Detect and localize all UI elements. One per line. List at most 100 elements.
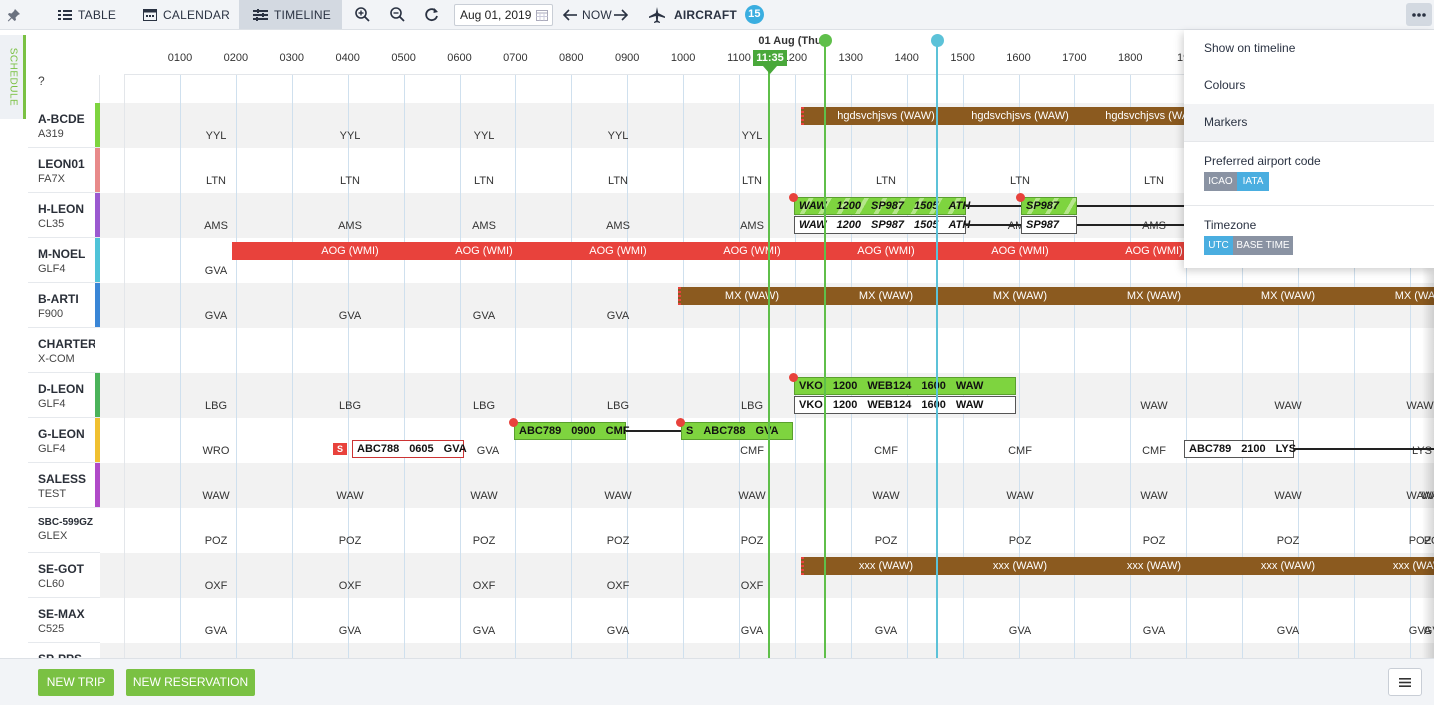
airport-code: GVA: [606, 625, 630, 637]
activity-label: MX (WAW): [858, 290, 914, 302]
options-dropdown: Show on timeline Colours Markers Preferr…: [1184, 30, 1434, 268]
flight-field: S: [686, 425, 694, 437]
grid-row: [100, 463, 1434, 508]
flight-block[interactable]: SP987: [1021, 216, 1077, 234]
refresh-icon: [425, 8, 438, 22]
airport-code: OXF: [204, 580, 228, 592]
marker-line-green[interactable]: [824, 40, 826, 658]
flight-block[interactable]: ABC789 0900 CMF: [514, 422, 630, 440]
aircraft-type: GLEX: [38, 530, 68, 542]
menu-item-colours[interactable]: Colours: [1184, 67, 1434, 104]
flight-block[interactable]: ABC789 2100 LYS: [1184, 440, 1297, 458]
airport-code: POZ: [204, 535, 228, 547]
marker-handle-green[interactable]: [819, 34, 832, 47]
flight-block[interactable]: WAW 1200 SP987 1505 ATH: [794, 197, 970, 215]
menu-item-markers[interactable]: Markers: [1184, 104, 1434, 141]
grid-row: [100, 598, 1434, 643]
flight-block[interactable]: ABC788 0605 GVA: [352, 440, 467, 458]
date-value: Aug 01, 2019: [460, 8, 532, 22]
zoom-in-button[interactable]: [355, 0, 370, 29]
activity-label: xxx (WAW): [1260, 560, 1316, 572]
new-trip-button[interactable]: NEW TRIP: [38, 669, 114, 696]
grid-row: [100, 328, 1434, 373]
activity-label: xxx (WAW): [992, 560, 1048, 572]
aircraft-row[interactable]: D-LEON GLF4: [28, 373, 100, 418]
flight-block[interactable]: WAW 1200 SP987 1505 ATH: [794, 216, 970, 234]
flight-block[interactable]: SABC788GVA: [681, 422, 793, 440]
aircraft-row[interactable]: H-LEON CL35: [28, 193, 100, 238]
aircraft-registration: SE-GOT: [38, 562, 85, 576]
airport-code: CMF: [1008, 445, 1032, 457]
marker-handle-blue[interactable]: [931, 34, 944, 47]
airport-code: LBG: [338, 400, 362, 412]
bar-start-marker: [678, 287, 681, 305]
aircraft-row[interactable]: SE-GOT CL60: [28, 553, 100, 598]
date-input[interactable]: Aug 01, 2019: [454, 4, 553, 26]
bottom-menu-button[interactable]: [1388, 668, 1422, 696]
menu-item-show-on-timeline[interactable]: Show on timeline: [1184, 30, 1434, 67]
activity-label: AOG (WMI): [991, 245, 1049, 257]
aircraft-row[interactable]: LEON01 FA7X: [28, 148, 100, 193]
flight-block[interactable]: VKO 1200 WEB124 1600 WAW: [794, 396, 1016, 414]
flight-block[interactable]: SP987: [1021, 197, 1077, 215]
aircraft-registration: CHARTER: [38, 337, 97, 351]
now-button[interactable]: NOW: [582, 0, 612, 29]
timeline-view-label: TIMELINE: [274, 7, 331, 22]
next-period-button[interactable]: [614, 0, 628, 29]
timeline-view-button[interactable]: TIMELINE: [239, 0, 342, 29]
aircraft-row[interactable]: SBC-599GZ GLEX: [28, 508, 100, 553]
aircraft-filter-button[interactable]: AIRCRAFT 15: [648, 0, 764, 29]
iata-toggle[interactable]: IATA: [1237, 172, 1269, 191]
airport-code: LBG: [472, 400, 496, 412]
flight-field: ABC788: [357, 443, 400, 455]
aircraft-row[interactable]: SALESS TEST: [28, 463, 100, 508]
zoom-out-button[interactable]: [390, 0, 405, 29]
aircraft-row[interactable]: SE-MAX C525: [28, 598, 100, 643]
aircraft-row[interactable]: M-NOEL GLF4: [28, 238, 100, 283]
more-horizontal-icon: [1412, 12, 1426, 17]
hour-label: 1700: [1062, 52, 1087, 64]
aircraft-row[interactable]: CHARTER X-COM: [28, 328, 100, 373]
new-reservation-button[interactable]: NEW RESERVATION: [126, 669, 255, 696]
calendar-view-button[interactable]: CALENDAR: [143, 0, 230, 29]
table-view-button[interactable]: TABLE: [58, 0, 116, 29]
airport-code: WRO: [202, 445, 230, 457]
day-label: 01 Aug (Thu: [758, 35, 822, 47]
aircraft-row[interactable]: B-ARTI F900: [28, 283, 100, 328]
schedule-tab[interactable]: SCHEDULE: [0, 35, 26, 119]
icao-toggle[interactable]: ICAO: [1204, 172, 1237, 191]
aircraft-row[interactable]: A-BCDE A319: [28, 103, 100, 148]
hour-gridline: [515, 75, 517, 658]
aircraft-type: X-COM: [38, 353, 75, 365]
marker-line-blue[interactable]: [936, 40, 938, 658]
flight-field: 1200: [836, 200, 861, 212]
airport-code: WAW: [1006, 490, 1034, 502]
activity-label: MX (WAW): [1126, 290, 1182, 302]
base-time-toggle[interactable]: BASE TIME: [1233, 236, 1293, 255]
flight-field: WAW: [955, 380, 984, 392]
flight-field: 1600: [921, 399, 946, 411]
hour-label: 1000: [670, 52, 696, 64]
activity-label: AOG (WMI): [723, 245, 781, 257]
activity-bar[interactable]: MX (WAW) MX (WAW) MX (WAW) MX (WAW) MX (WAW)…: [678, 287, 1434, 305]
airport-code: OXF: [606, 580, 630, 592]
flight-field: 1200: [832, 380, 858, 392]
airport-code: WAW: [1140, 400, 1168, 412]
utc-toggle[interactable]: UTC: [1204, 236, 1233, 255]
pin-button[interactable]: [0, 0, 28, 30]
more-options-button[interactable]: [1406, 3, 1432, 26]
hour-gridline: [180, 75, 181, 658]
flight-block[interactable]: VKO 1200 WEB124 1600 WAW: [794, 377, 1016, 395]
activity-bar[interactable]: xxx (WAW) xxx (WAW) xxx (WAW) xxx (WAW) xxx …: [801, 557, 1434, 575]
refresh-button[interactable]: [424, 0, 439, 29]
activity-label: AOG (WMI): [321, 245, 379, 257]
airport-code: AMS: [740, 220, 764, 232]
flight-connector: [966, 205, 1021, 207]
flight-field: LYS: [1275, 443, 1297, 455]
aircraft-row[interactable]: G-LEON GLF4: [28, 418, 100, 463]
airport-code: GVA: [204, 265, 228, 277]
airport-code: GVA: [204, 310, 228, 322]
date-picker-icon[interactable]: [536, 9, 548, 21]
flight-connector: [1294, 448, 1434, 450]
previous-period-button[interactable]: [563, 0, 577, 29]
